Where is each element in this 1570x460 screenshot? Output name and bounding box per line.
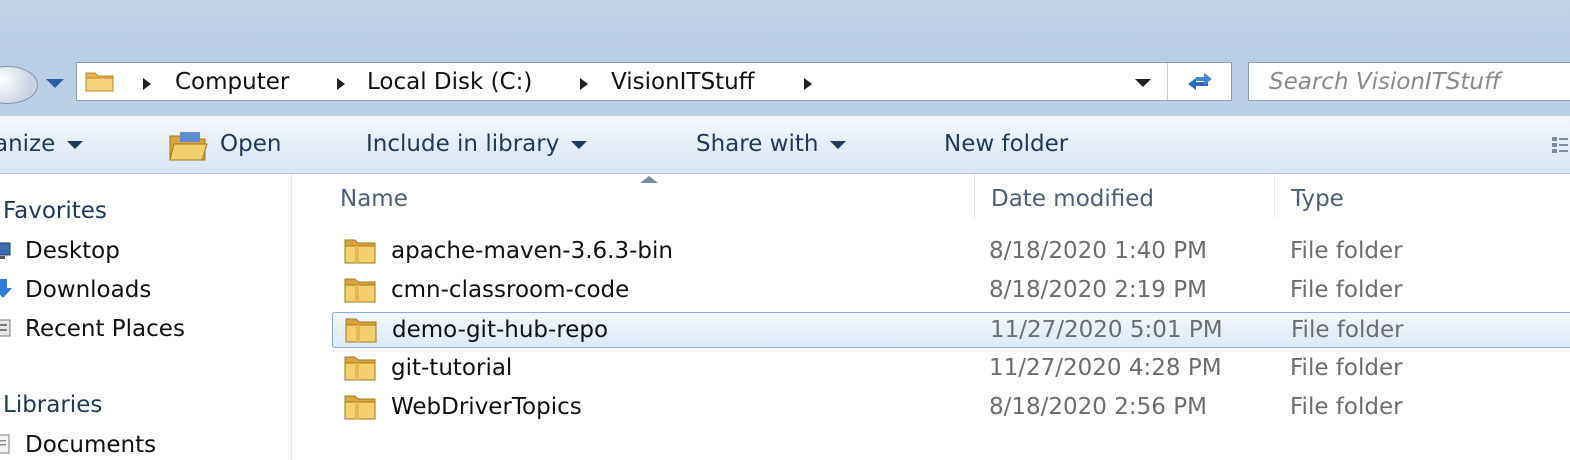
nav-item-recent-places[interactable]: Recent Places: [0, 314, 290, 344]
file-row[interactable]: demo-git-hub-repo 11/27/2020 5:01 PM File …: [332, 312, 1570, 348]
address-divider: [1167, 63, 1168, 100]
file-row[interactable]: git-tutorial 11/27/2020 4:28 PM File folde…: [332, 351, 1570, 387]
chevron-down-icon: [830, 140, 847, 149]
file-row[interactable]: WebDriverTopics 8/18/2020 2:56 PM File fol…: [332, 390, 1570, 426]
share-with-label: Share with: [696, 131, 819, 157]
breadcrumb-separator-icon[interactable]: [143, 78, 151, 90]
nav-item-desktop[interactable]: Desktop: [0, 236, 290, 266]
folder-icon: [344, 395, 376, 420]
share-with-menu[interactable]: Share with: [696, 130, 847, 158]
file-date-modified: 8/18/2020 2:19 PM: [989, 277, 1207, 303]
file-name: apache-maven-3.6.3-bin: [391, 238, 673, 264]
breadcrumb-local-disk[interactable]: Local Disk (C:): [367, 69, 532, 95]
include-in-library-label: Include in library: [366, 131, 560, 157]
column-header-name[interactable]: Name: [340, 182, 408, 216]
desktop-icon: [0, 242, 11, 259]
chevron-down-icon: [67, 140, 84, 149]
file-date-modified: 8/18/2020 2:56 PM: [989, 394, 1207, 420]
nav-item-label: Documents: [25, 432, 157, 458]
organize-label: anize: [0, 131, 56, 157]
file-date-modified: 8/18/2020 1:40 PM: [989, 238, 1207, 264]
address-history-dropdown-icon[interactable]: [1135, 79, 1151, 87]
breadcrumb-separator-icon[interactable]: [804, 78, 812, 90]
file-type: File folder: [1291, 317, 1404, 343]
view-options-icon[interactable]: [1550, 134, 1570, 156]
open-button[interactable]: Open: [220, 130, 281, 158]
file-type: File folder: [1290, 355, 1403, 381]
file-type: File folder: [1290, 277, 1403, 303]
file-row[interactable]: cmn-classroom-code 8/18/2020 2:19 PM File …: [332, 273, 1570, 309]
breadcrumb-separator-icon[interactable]: [337, 78, 345, 90]
file-name: demo-git-hub-repo: [392, 317, 609, 343]
file-name: WebDriverTopics: [391, 394, 582, 420]
nav-item-documents[interactable]: Documents: [0, 430, 290, 460]
sort-ascending-icon: [640, 176, 658, 183]
refresh-icon[interactable]: [1169, 63, 1231, 100]
new-folder-button[interactable]: New folder: [944, 130, 1068, 158]
folder-icon: [85, 72, 114, 92]
organize-menu[interactable]: anize: [0, 130, 84, 158]
folder-icon: [344, 356, 376, 381]
nav-libraries-heading[interactable]: Libraries: [3, 392, 102, 418]
file-date-modified: 11/27/2020 5:01 PM: [990, 317, 1223, 343]
downloads-icon: [0, 279, 12, 298]
command-toolbar: anize Open Include in library Share with…: [0, 116, 1570, 174]
navigation-pane: Favorites Desktop Downloads Recent Place…: [0, 174, 292, 460]
nav-item-label: Recent Places: [25, 316, 185, 342]
recent-places-icon: [0, 319, 11, 337]
search-input[interactable]: [1248, 62, 1570, 101]
file-date-modified: 11/27/2020 4:28 PM: [989, 355, 1222, 381]
file-row[interactable]: apache-maven-3.6.3-bin 8/18/2020 1:40 PM F…: [332, 234, 1570, 270]
file-list-pane: Name Date modified Type apache-maven-3.6…: [292, 174, 1570, 460]
file-type: File folder: [1290, 394, 1403, 420]
breadcrumb-computer[interactable]: Computer: [175, 69, 289, 95]
address-bar[interactable]: Computer Local Disk (C:) VisionITStuff: [76, 62, 1232, 101]
breadcrumb-visionitstuff[interactable]: VisionITStuff: [611, 69, 755, 95]
chevron-down-icon: [571, 140, 588, 149]
folder-icon: [344, 278, 376, 303]
breadcrumb-separator-icon[interactable]: [580, 78, 588, 90]
open-folder-icon[interactable]: [168, 130, 208, 162]
column-divider[interactable]: [1274, 174, 1275, 218]
file-name: cmn-classroom-code: [391, 277, 630, 303]
file-type: File folder: [1290, 238, 1403, 264]
nav-item-downloads[interactable]: Downloads: [0, 275, 290, 305]
title-bar: [0, 0, 1570, 60]
column-divider[interactable]: [974, 174, 975, 218]
column-header-date-modified[interactable]: Date modified: [991, 182, 1154, 216]
nav-item-label: Downloads: [25, 277, 152, 303]
folder-icon: [344, 239, 376, 264]
recent-pages-icon[interactable]: [46, 79, 64, 88]
folder-icon: [345, 318, 377, 343]
nav-favorites-heading[interactable]: Favorites: [3, 198, 107, 224]
file-name: git-tutorial: [391, 355, 513, 381]
include-in-library-menu[interactable]: Include in library: [366, 130, 588, 158]
column-header-type[interactable]: Type: [1291, 182, 1344, 216]
documents-icon: [0, 434, 10, 454]
nav-item-label: Desktop: [25, 238, 120, 264]
